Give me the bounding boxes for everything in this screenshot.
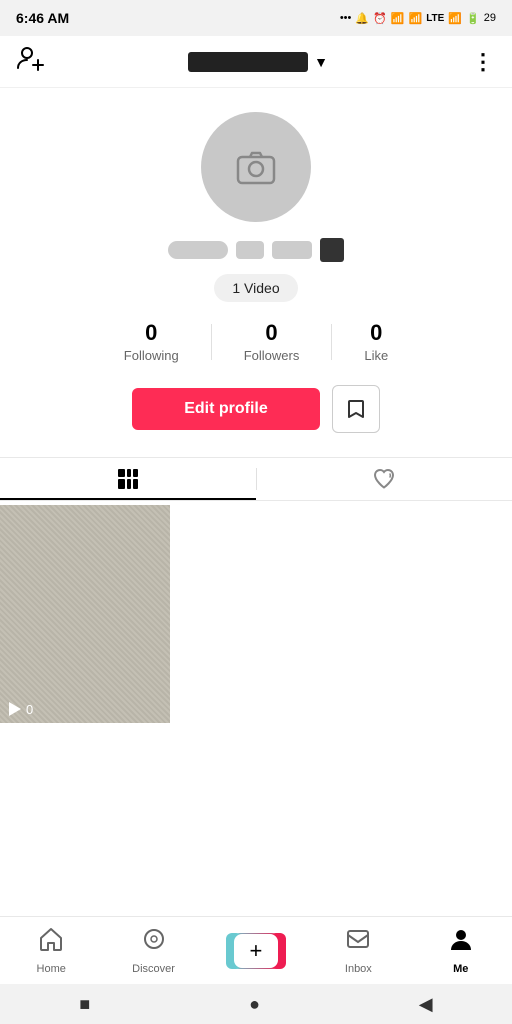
content-spacer — [0, 727, 512, 857]
username-row — [168, 238, 344, 262]
nav-me[interactable]: Me — [429, 926, 493, 975]
top-nav: ▼ ⋮ — [0, 36, 512, 88]
bottom-nav: Home Discover + Inbox — [0, 916, 512, 984]
video-thumbnail[interactable]: 0 — [0, 505, 170, 723]
status-time: 6:46 AM — [16, 10, 69, 26]
video-play-count: 0 — [6, 701, 33, 717]
lte-label: LTE — [426, 13, 444, 24]
username-bar — [188, 52, 308, 72]
video-texture — [0, 505, 170, 723]
nav-create[interactable]: + — [224, 933, 288, 969]
liked-icon — [372, 467, 396, 491]
inbox-icon — [345, 926, 371, 959]
wifi-icon: 📶 — [448, 12, 462, 25]
android-home-button[interactable]: ● — [249, 994, 260, 1015]
stat-followers[interactable]: 0 Followers — [212, 320, 332, 363]
username-pill-4 — [320, 238, 344, 262]
followers-label: Followers — [244, 348, 300, 363]
following-label: Following — [124, 348, 179, 363]
plus-icon: + — [234, 934, 278, 968]
home-label: Home — [37, 963, 66, 975]
signal-dots: ••• — [340, 12, 352, 24]
video-count-badge: 1 Video — [214, 274, 297, 302]
create-button[interactable]: + — [230, 933, 282, 969]
dropdown-icon: ▼ — [314, 54, 328, 70]
video-grid: 0 — [0, 501, 512, 727]
bell-icon: 🔔 — [355, 12, 369, 25]
bookmark-icon — [345, 398, 367, 420]
grid-icon — [116, 467, 140, 491]
status-bar: 6:46 AM ••• 🔔 ⏰ 📶 📶 LTE 📶 🔋 29 — [0, 0, 512, 36]
camera-icon — [234, 145, 278, 189]
signal-bars-2: 📶 — [408, 12, 422, 25]
android-nav: ■ ● ◀ — [0, 984, 512, 1024]
me-label: Me — [453, 963, 468, 975]
stat-likes[interactable]: 0 Like — [332, 320, 420, 363]
tab-grid[interactable] — [0, 458, 256, 500]
stats-row: 0 Following 0 Followers 0 Like — [16, 320, 496, 363]
more-button[interactable]: ⋮ — [472, 49, 496, 75]
username-pill-3 — [272, 241, 312, 259]
battery-icon: 🔋 — [466, 12, 480, 25]
content-tabs — [0, 457, 512, 501]
stat-following[interactable]: 0 Following — [92, 320, 211, 363]
play-icon — [6, 701, 22, 717]
nav-discover[interactable]: Discover — [122, 926, 186, 975]
me-icon — [448, 926, 474, 959]
inbox-label: Inbox — [345, 963, 372, 975]
username-pill-2 — [236, 241, 264, 259]
android-back-button[interactable]: ◀ — [419, 994, 433, 1015]
followers-count: 0 — [265, 320, 277, 346]
nav-inbox[interactable]: Inbox — [326, 926, 390, 975]
alarm-icon: ⏰ — [373, 12, 387, 25]
profile-section: 1 Video 0 Following 0 Followers 0 Like E… — [0, 88, 512, 457]
username-pill-1 — [168, 241, 228, 259]
bookmark-button[interactable] — [332, 385, 380, 433]
tab-liked[interactable] — [257, 458, 512, 500]
status-icons: ••• 🔔 ⏰ 📶 📶 LTE 📶 🔋 29 — [340, 12, 496, 25]
username-block[interactable]: ▼ — [188, 52, 328, 72]
likes-count: 0 — [370, 320, 382, 346]
android-recent-button[interactable]: ■ — [79, 994, 90, 1015]
likes-label: Like — [364, 348, 388, 363]
battery-percent: 29 — [484, 12, 496, 24]
action-row: Edit profile — [132, 385, 380, 433]
discover-icon — [141, 926, 167, 959]
edit-profile-button[interactable]: Edit profile — [132, 388, 320, 430]
discover-label: Discover — [132, 963, 175, 975]
avatar[interactable] — [201, 112, 311, 222]
signal-bars-1: 📶 — [391, 12, 405, 25]
following-count: 0 — [145, 320, 157, 346]
nav-home[interactable]: Home — [19, 926, 83, 975]
add-user-button[interactable] — [16, 44, 44, 79]
home-icon — [38, 926, 64, 959]
